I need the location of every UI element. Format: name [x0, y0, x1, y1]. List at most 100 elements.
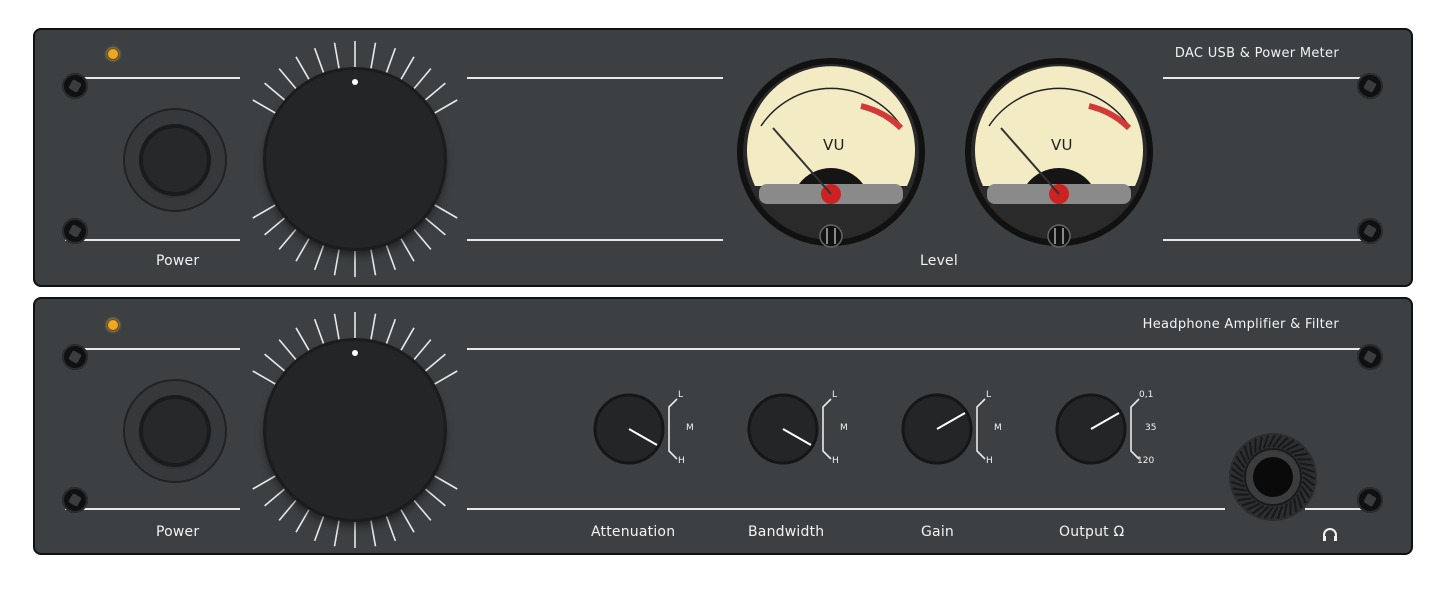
- knob-scale-ray: [385, 516, 397, 542]
- knob-scale-ray: [434, 370, 458, 385]
- knob-scale-ray: [333, 313, 340, 340]
- knob-scale-ray: [333, 249, 340, 276]
- knob-scale-ray: [424, 488, 446, 507]
- knob-scale-ray: [400, 509, 415, 533]
- knob-scale-ray: [295, 327, 310, 351]
- screw-icon: [62, 487, 88, 513]
- knob-scale-ray: [295, 56, 310, 80]
- power-label: Power: [156, 253, 200, 269]
- screw-icon: [1357, 487, 1383, 513]
- vu-label: VU: [1051, 136, 1073, 154]
- knob-scale-ray: [278, 68, 297, 90]
- knob-scale-ray: [370, 520, 377, 547]
- screw-icon: [62, 218, 88, 244]
- power-led: [107, 48, 119, 60]
- knob-scale-ray: [313, 318, 325, 344]
- knob-scale-ray: [264, 82, 286, 101]
- output-label: Output Ω: [1059, 524, 1125, 540]
- knob-scale-ray: [385, 318, 397, 344]
- screw-icon: [62, 73, 88, 99]
- screw-icon: [1357, 218, 1383, 244]
- knob-scale-bracket: [668, 398, 678, 460]
- scale-mark: M: [994, 423, 1002, 433]
- knob-scale-bracket: [976, 398, 986, 460]
- vu-label: VU: [823, 136, 845, 154]
- headphone-amp-panel: Headphone Amplifier & Filter Power L M H…: [33, 297, 1413, 555]
- knob-scale-ray: [385, 47, 397, 73]
- knob-scale-bracket: [822, 398, 832, 460]
- knob-scale-ray: [370, 249, 377, 276]
- knob-scale-ray: [333, 520, 340, 547]
- knob-scale-ray: [413, 228, 432, 250]
- scale-mark: L: [678, 390, 684, 400]
- vu-meter-left: [721, 56, 941, 256]
- knob-scale-ray: [333, 42, 340, 69]
- headphone-icon: [1323, 528, 1337, 541]
- scale-mark: 120: [1137, 456, 1155, 466]
- panel2-decor: [65, 312, 1365, 548]
- scale-mark: L: [832, 390, 838, 400]
- power-led: [107, 319, 119, 331]
- knob-scale-bracket: [1130, 398, 1140, 460]
- knob-scale-ray: [264, 488, 286, 507]
- knob-scale-ray: [400, 327, 415, 351]
- knob-scale-ray: [400, 56, 415, 80]
- knob-scale-ray: [278, 228, 297, 250]
- main-volume-knob[interactable]: [266, 70, 444, 248]
- knob-indicator: [352, 79, 358, 85]
- screw-icon: [62, 344, 88, 370]
- knob-scale-ray: [424, 353, 446, 372]
- knob-scale-ray: [295, 509, 310, 533]
- knob-scale-ray: [313, 245, 325, 271]
- scale-mark: 0,1: [1139, 390, 1154, 400]
- output-impedance-knob[interactable]: [1055, 393, 1131, 469]
- knob-scale-ray: [278, 499, 297, 521]
- bandwidth-knob[interactable]: [747, 393, 823, 469]
- scale-mark: 35: [1145, 423, 1157, 433]
- knob-scale-ray: [313, 516, 325, 542]
- knob-scale-ray: [370, 42, 377, 69]
- knob-scale-ray: [264, 217, 286, 236]
- dac-power-meter-panel: DAC USB & Power Meter Power Level VU VU: [33, 28, 1413, 287]
- bandwidth-label: Bandwidth: [748, 524, 825, 540]
- knob-indicator: [352, 350, 358, 356]
- knob-scale-ray: [413, 339, 432, 361]
- knob-scale-ray: [264, 353, 286, 372]
- panel-title: Headphone Amplifier & Filter: [1142, 317, 1339, 332]
- vu-meter-right: [949, 56, 1169, 256]
- knob-scale-ray: [400, 238, 415, 262]
- knob-scale-ray: [434, 204, 458, 219]
- knob-scale-ray: [434, 99, 458, 114]
- knob-scale-ray: [295, 238, 310, 262]
- knob-scale-ray: [385, 245, 397, 271]
- level-label: Level: [920, 253, 958, 269]
- scale-mark: L: [986, 390, 992, 400]
- knob-scale-ray: [278, 339, 297, 361]
- knob-scale-ray: [424, 217, 446, 236]
- main-volume-knob[interactable]: [266, 341, 444, 519]
- attenuation-knob[interactable]: [593, 393, 669, 469]
- knob-scale-ray: [252, 475, 276, 490]
- knob-scale-ray: [413, 68, 432, 90]
- power-button[interactable]: [143, 399, 207, 463]
- power-label: Power: [156, 524, 200, 540]
- gain-knob[interactable]: [901, 393, 977, 469]
- knob-scale-ray: [252, 370, 276, 385]
- scale-mark: H: [986, 456, 993, 466]
- gain-label: Gain: [921, 524, 954, 540]
- panel-title: DAC USB & Power Meter: [1174, 46, 1339, 61]
- scale-mark: M: [840, 423, 848, 433]
- screw-icon: [1357, 344, 1383, 370]
- power-button[interactable]: [143, 128, 207, 192]
- scale-mark: H: [832, 456, 839, 466]
- knob-scale-ray: [252, 99, 276, 114]
- knob-scale-ray: [424, 82, 446, 101]
- knob-scale-ray: [434, 475, 458, 490]
- headphone-jack[interactable]: [1227, 431, 1319, 523]
- scale-mark: M: [686, 423, 694, 433]
- knob-scale-ray: [370, 313, 377, 340]
- screw-icon: [1357, 73, 1383, 99]
- knob-scale-ray: [413, 499, 432, 521]
- attenuation-label: Attenuation: [591, 524, 676, 540]
- knob-scale-ray: [252, 204, 276, 219]
